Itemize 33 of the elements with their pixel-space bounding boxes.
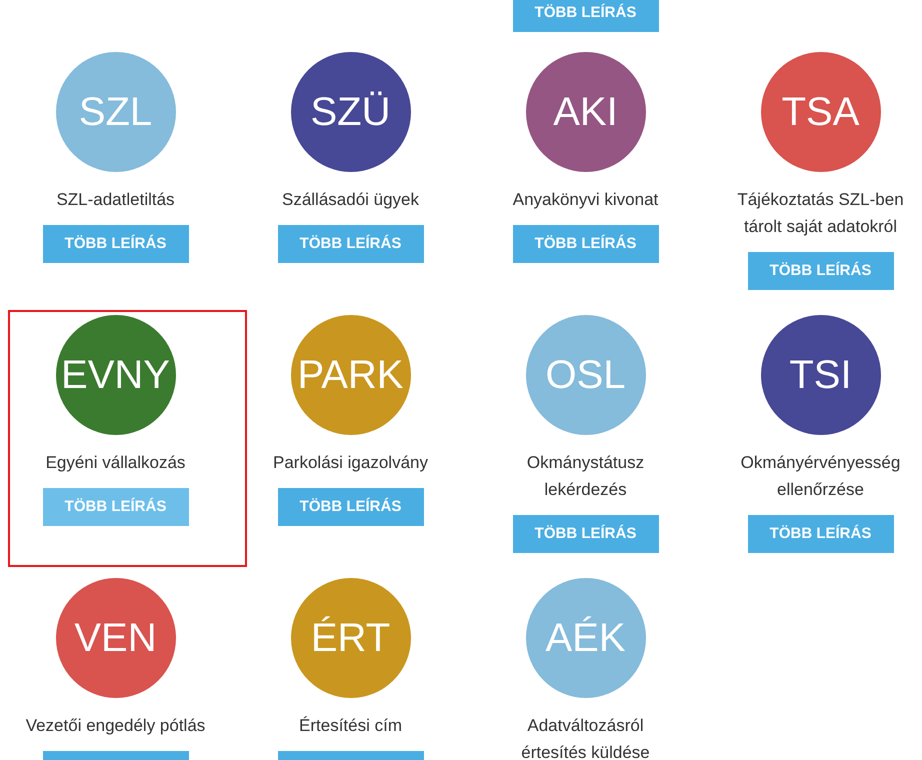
more-button[interactable]: TÖBB LEÍRÁS — [748, 515, 894, 553]
more-button[interactable]: TÖBB LEÍRÁS — [278, 488, 424, 526]
service-title: Tájékoztatás SZL-ben tárolt saját adatokról — [737, 189, 904, 238]
more-button[interactable]: TÖBB LEÍRÁS — [42, 488, 188, 526]
service-badge: SZÜ — [290, 52, 410, 172]
more-button[interactable]: TÖBB LEÍRÁS — [748, 252, 894, 290]
service-title: Vezetői engedély pótlás — [26, 715, 206, 737]
more-button[interactable]: TÖBB LEÍRÁS — [42, 225, 188, 263]
more-button[interactable]: TÖBB LEÍRÁS — [512, 0, 658, 32]
service-badge: VEN — [56, 578, 176, 698]
service-badge: ÉRT — [290, 578, 410, 698]
service-badge: AKI — [526, 52, 646, 172]
service-title: Szállásadói ügyek — [282, 189, 420, 211]
service-title: Anyakönyvi kivonat — [512, 189, 658, 211]
service-badge: AÉK — [526, 578, 646, 698]
service-title: Okmánystátusz lekérdezés — [526, 452, 644, 501]
service-badge: PARK — [290, 315, 410, 435]
service-badge: EVNY — [56, 315, 176, 435]
service-badge: TSA — [760, 52, 880, 172]
service-title: Parkolási igazolvány — [273, 452, 428, 474]
more-button[interactable]: TÖBB LEÍRÁS — [278, 225, 424, 263]
more-button[interactable]: TÖBB LEÍRÁS — [512, 225, 658, 263]
more-button[interactable] — [42, 751, 188, 760]
service-title: Adatváltozásról értesítés küldése — [521, 715, 650, 760]
service-title: SZL-adatletiltás — [56, 189, 175, 211]
service-title: Okmányérvényesség ellenőrzése — [740, 452, 900, 501]
service-badge: SZL — [56, 52, 176, 172]
service-title: Értesítési cím — [299, 715, 402, 737]
more-button[interactable] — [278, 751, 424, 760]
service-badge: TSI — [760, 315, 880, 435]
service-title: Egyéni vállalkozás — [46, 452, 186, 474]
service-badge: OSL — [526, 315, 646, 435]
more-button[interactable]: TÖBB LEÍRÁS — [512, 515, 658, 553]
